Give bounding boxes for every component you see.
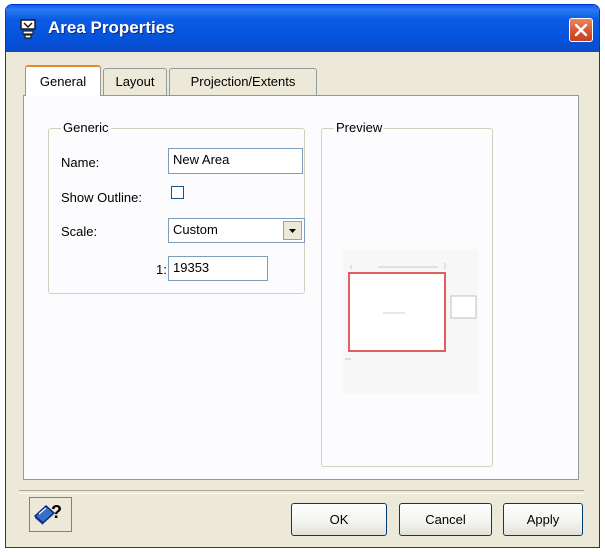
cancel-button[interactable]: Cancel <box>399 503 492 536</box>
cancel-button-label: Cancel <box>425 512 466 527</box>
show-outline-checkbox[interactable] <box>171 186 184 199</box>
area-properties-dialog: Area Properties General Layout Projectio… <box>5 4 600 548</box>
tab-general-label: General <box>39 74 87 89</box>
tab-general[interactable]: General <box>25 65 101 96</box>
preview-image <box>343 249 478 394</box>
chevron-down-icon[interactable] <box>283 221 302 240</box>
close-icon <box>574 23 588 37</box>
tab-projection-extents-label: Projection/Extents <box>190 74 296 89</box>
scale-label: Scale: <box>61 224 98 239</box>
title-bar[interactable]: Area Properties <box>6 5 599 52</box>
tab-projection-extents[interactable]: Projection/Extents <box>169 68 317 95</box>
apply-button-label: Apply <box>526 512 560 527</box>
apply-button[interactable]: Apply <box>503 503 583 536</box>
show-outline-label: Show Outline: <box>61 190 142 205</box>
scale-ratio-field[interactable]: 19353 <box>168 256 268 281</box>
tab-layout[interactable]: Layout <box>103 68 167 95</box>
scale-select-value: Custom <box>173 222 218 237</box>
button-bar-separator <box>19 490 584 494</box>
close-button[interactable] <box>569 18 593 42</box>
ratio-prefix: 1: <box>156 262 167 277</box>
preview-group-legend: Preview <box>334 120 385 135</box>
name-field[interactable]: New Area <box>168 148 303 174</box>
tab-layout-label: Layout <box>115 74 155 89</box>
preview-group: Preview <box>321 120 493 467</box>
scale-select[interactable]: Custom <box>168 218 305 243</box>
ok-button-label: OK <box>329 512 349 527</box>
window-title: Area Properties <box>48 18 175 37</box>
name-label: Name: <box>61 155 100 170</box>
generic-group-legend: Generic <box>61 120 111 135</box>
scale-ratio-value: 19353 <box>173 260 210 275</box>
area-properties-icon <box>19 18 37 40</box>
help-button[interactable]: ? <box>29 497 72 532</box>
name-field-value: New Area <box>173 152 230 167</box>
generic-group: Generic Name: New Area Show Outline: Sca… <box>48 120 305 294</box>
ok-button[interactable]: OK <box>291 503 387 536</box>
general-tab-panel: Generic Name: New Area Show Outline: Sca… <box>23 95 579 480</box>
